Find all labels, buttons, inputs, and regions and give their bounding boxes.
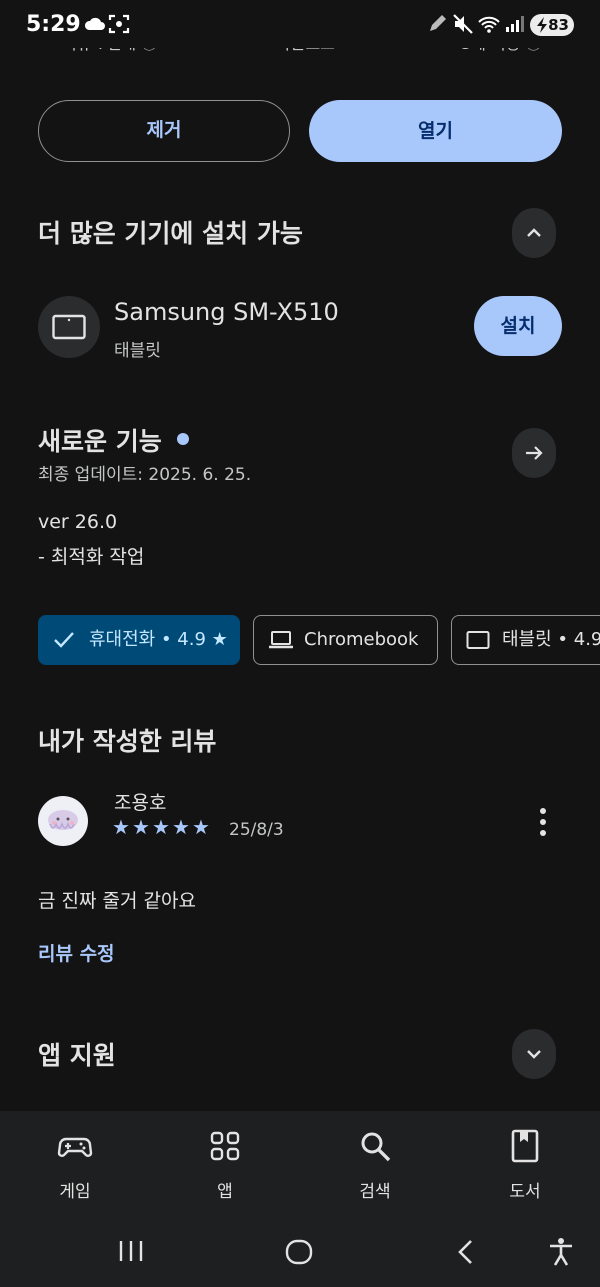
laptop-icon: [269, 631, 293, 649]
avatar: [38, 796, 88, 846]
edit-review-link[interactable]: 리뷰 수정: [38, 939, 115, 966]
version-text: ver 26.0: [38, 511, 118, 533]
expand-app-support-button[interactable]: [512, 1029, 556, 1079]
search-icon: [361, 1132, 391, 1162]
bottom-navigation: 게임 앱 검색 도서: [0, 1111, 600, 1207]
nav-apps[interactable]: 앱: [150, 1111, 300, 1207]
screenshot-icon: [108, 14, 130, 34]
review-text: 금 진짜 줄거 같아요: [38, 890, 196, 912]
gamepad-icon: [57, 1137, 93, 1157]
home-icon[interactable]: [285, 1239, 313, 1265]
star-icon: ★: [132, 815, 150, 839]
tablet-icon: [466, 631, 490, 649]
nav-games[interactable]: 게임: [0, 1111, 150, 1207]
wifi-icon: [478, 16, 500, 33]
nav-search-label: 검색: [359, 1182, 391, 1202]
new-indicator-dot: [177, 433, 189, 445]
chip-phone-label: 휴대전화 • 4.9 ★: [89, 629, 228, 650]
book-icon: [511, 1129, 539, 1163]
avatar-illustration-icon: [48, 810, 78, 830]
device-avatar: [38, 296, 100, 358]
nav-books[interactable]: 도서: [450, 1111, 600, 1207]
rating-stars: ★ ★ ★ ★ ★: [112, 816, 212, 838]
chip-tablet-label: 태블릿 • 4.9: [502, 629, 600, 650]
cloud-icon: [84, 17, 105, 30]
arrow-right-icon: [526, 446, 543, 460]
signal-icon: [506, 16, 524, 32]
mute-icon: [453, 14, 473, 34]
whats-new-title: 새로운 기능: [38, 427, 162, 456]
chip-chromebook[interactable]: Chromebook: [253, 615, 438, 665]
whats-new-more-button[interactable]: [512, 428, 556, 478]
chip-phone[interactable]: 휴대전화 • 4.9 ★: [38, 615, 240, 665]
tablet-icon: [52, 314, 86, 340]
check-icon: [54, 632, 74, 648]
remove-button[interactable]: 제거: [38, 100, 290, 162]
nav-games-label: 게임: [59, 1182, 91, 1202]
recent-apps-icon[interactable]: [118, 1239, 144, 1263]
star-icon: ★: [192, 815, 210, 839]
collapse-button[interactable]: [512, 208, 556, 258]
status-bar: 5:29 83: [0, 0, 600, 48]
my-review-title: 내가 작성한 리뷰: [38, 727, 217, 756]
chip-chromebook-label: Chromebook: [304, 629, 419, 650]
nav-books-label: 도서: [509, 1182, 541, 1202]
open-button[interactable]: 열기: [309, 100, 562, 162]
install-button[interactable]: 설치: [474, 296, 562, 356]
reviewer-name: 조용호: [114, 792, 167, 814]
apps-grid-icon: [210, 1131, 240, 1161]
battery-level: 83: [548, 16, 569, 34]
last-updated: 최종 업데이트: 2025. 6. 25.: [38, 465, 252, 485]
back-icon[interactable]: [456, 1239, 476, 1265]
star-icon: ★: [112, 815, 130, 839]
star-icon: ★: [172, 815, 190, 839]
chip-tablet[interactable]: 태블릿 • 4.9: [451, 615, 600, 665]
pen-icon: [430, 15, 446, 31]
accessibility-icon[interactable]: [548, 1237, 574, 1267]
chevron-down-icon: [527, 1050, 541, 1059]
nav-apps-label: 앱: [217, 1182, 233, 1202]
system-navigation-bar: [0, 1207, 600, 1287]
charging-bolt-icon: [537, 17, 547, 33]
battery-indicator: 83: [530, 14, 574, 36]
more-options-icon[interactable]: [530, 806, 556, 838]
status-time: 5:29: [26, 12, 81, 37]
nav-search[interactable]: 검색: [300, 1111, 450, 1207]
device-type: 태블릿: [114, 341, 161, 361]
more-devices-title: 더 많은 기기에 설치 가능: [38, 219, 303, 248]
star-icon: ★: [152, 815, 170, 839]
release-note: - 최적화 작업: [38, 546, 145, 568]
app-support-title: 앱 지원: [38, 1041, 116, 1070]
review-date: 25/8/3: [229, 820, 284, 840]
chevron-up-icon: [527, 228, 541, 237]
device-name: Samsung SM-X510: [114, 298, 339, 326]
